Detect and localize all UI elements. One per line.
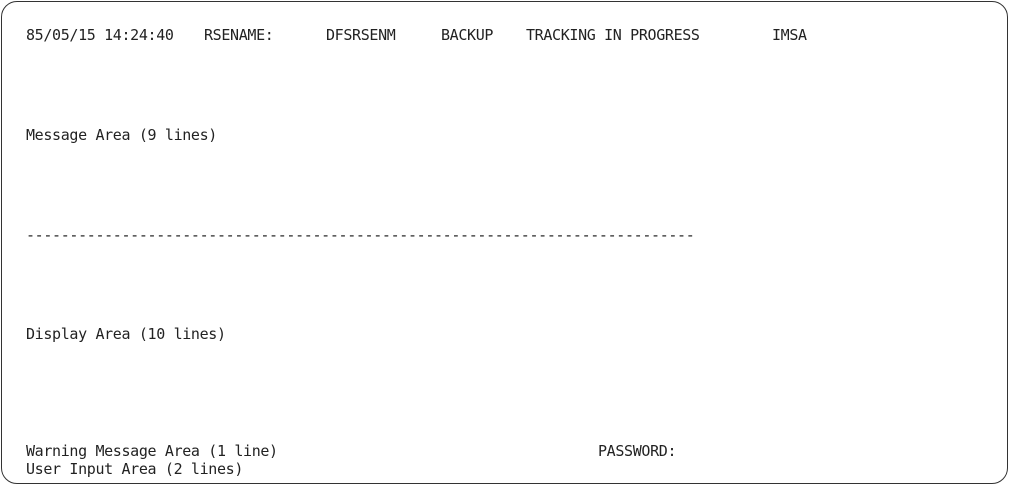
password-field[interactable]: PASSWORD:	[598, 442, 676, 460]
rsename-value: DFSRSENM	[326, 26, 396, 44]
area-separator: ----------------------------------------…	[26, 226, 695, 244]
status-mode: BACKUP	[441, 26, 494, 44]
status-state: TRACKING IN PROGRESS	[526, 26, 700, 44]
terminal-screen: 85/05/15 14:24:40 RSENAME: DFSRSENM BACK…	[1, 1, 1008, 484]
user-input-area[interactable]: User Input Area (2 lines)	[26, 460, 243, 478]
message-area: Message Area (9 lines)	[26, 126, 217, 144]
display-area: Display Area (10 lines)	[26, 325, 226, 343]
rsename-label: RSENAME:	[204, 26, 274, 44]
status-system: IMSA	[772, 26, 807, 44]
status-timestamp: 85/05/15 14:24:40	[26, 26, 174, 44]
warning-message-area: Warning Message Area (1 line)	[26, 442, 278, 460]
